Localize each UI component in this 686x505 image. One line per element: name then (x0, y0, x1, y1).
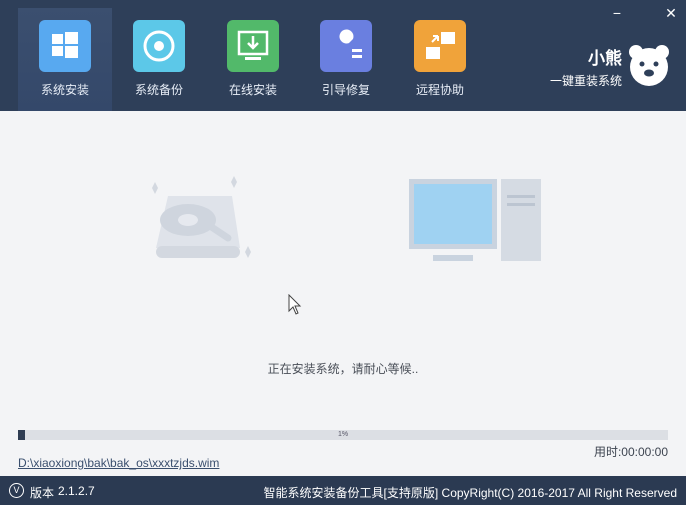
version-icon: V (9, 483, 24, 498)
minimize-button[interactable]: − (606, 4, 628, 22)
install-status-text: 正在安装系统，请耐心等候.. (267, 362, 419, 376)
close-button[interactable]: ✕ (660, 4, 682, 22)
download-icon (227, 20, 279, 72)
brand-name: 小熊 (588, 49, 622, 68)
wrench-icon (320, 20, 372, 72)
computer-icon (409, 179, 541, 261)
tab-system-install[interactable]: 系统安装 (18, 8, 112, 111)
tab-remote-assist[interactable]: 远程协助 (393, 8, 487, 111)
install-progress-bar: 1% (18, 430, 668, 440)
tab-label: 系统安装 (40, 83, 89, 97)
tab-label: 在线安装 (228, 83, 277, 97)
progress-percent: 1% (337, 431, 349, 438)
tab-label: 远程协助 (415, 83, 464, 97)
tab-boot-repair[interactable]: 引导修复 (299, 8, 393, 111)
tab-system-backup[interactable]: 系统备份 (112, 8, 206, 111)
status-bar: V 版本 2.1.2.7 智能系统安装备份工具[支持原版] CopyRight(… (0, 476, 686, 505)
top-nav: 系统安装 系统备份 在线安装 引导修复 远程协助 − ✕ 小熊 一键重装系统 (0, 0, 686, 111)
elapsed-time: 用时:00:00:00 (593, 445, 668, 459)
version-label: 版本 (30, 486, 55, 500)
mouse-cursor-icon (288, 294, 302, 315)
install-panel: 正在安装系统，请耐心等候.. 1% 用时:00:00:00 D:\xiaoxio… (0, 111, 686, 476)
hard-disk-icon (152, 176, 251, 258)
remote-icon (414, 20, 466, 72)
windows-icon (39, 20, 91, 72)
backup-icon (133, 20, 185, 72)
tab-label: 引导修复 (321, 83, 370, 97)
bear-logo-icon (624, 40, 674, 90)
tab-label: 系统备份 (134, 83, 183, 97)
brand: 小熊 一键重装系统 (538, 44, 622, 89)
version-number: 2.1.2.7 (58, 484, 95, 498)
tab-online-install[interactable]: 在线安装 (206, 8, 300, 111)
copyright-text: 智能系统安装备份工具[支持原版] CopyRight(C) 2016-2017 … (263, 486, 677, 500)
brand-slogan: 一键重装系统 (549, 74, 622, 88)
image-path-link[interactable]: D:\xiaoxiong\bak\bak_os\xxxtzjds.wim (18, 456, 219, 470)
